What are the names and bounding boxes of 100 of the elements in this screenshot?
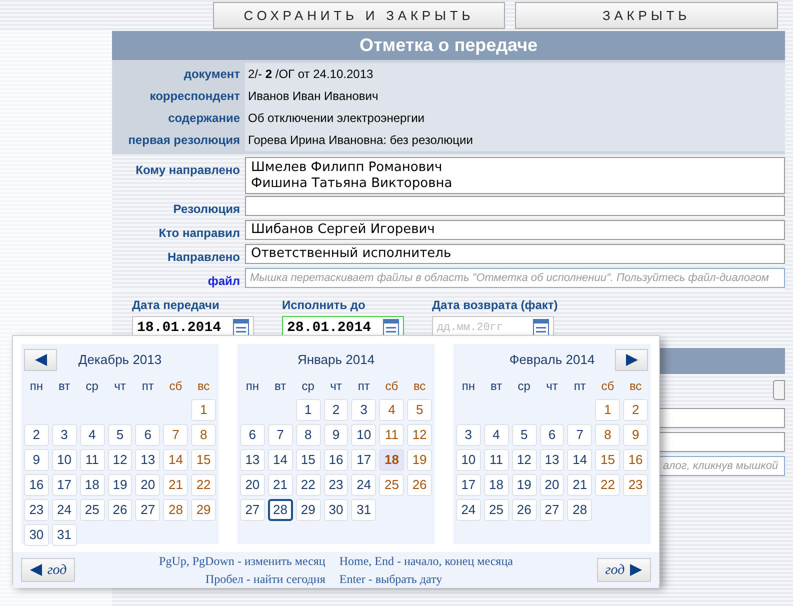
day-cell[interactable]: 28 [567, 499, 592, 521]
day-cell[interactable]: 19 [407, 449, 432, 471]
day-cell[interactable]: 3 [52, 424, 77, 446]
day-cell[interactable]: 18 [379, 449, 404, 471]
day-cell[interactable]: 16 [623, 449, 648, 471]
day-cell[interactable]: 20 [540, 474, 564, 496]
prev-month-button[interactable] [24, 349, 57, 371]
calendar-icon[interactable] [233, 319, 249, 337]
day-cell[interactable]: 30 [24, 524, 49, 546]
day-cell[interactable]: 5 [407, 399, 432, 421]
day-cell[interactable]: 6 [135, 424, 160, 446]
day-cell[interactable]: 19 [108, 474, 132, 496]
day-cell[interactable]: 11 [484, 449, 509, 471]
day-cell[interactable]: 3 [456, 424, 481, 446]
day-cell[interactable]: 10 [52, 449, 77, 471]
day-cell[interactable]: 17 [351, 449, 376, 471]
prev-year-button[interactable]: год [21, 558, 75, 582]
day-cell[interactable]: 24 [52, 499, 77, 521]
day-cell[interactable]: 13 [540, 449, 564, 471]
day-cell[interactable]: 2 [24, 424, 49, 446]
day-cell[interactable]: 14 [268, 449, 293, 471]
day-cell[interactable]: 1 [595, 399, 620, 421]
day-cell[interactable]: 25 [80, 499, 105, 521]
day-cell[interactable]: 5 [512, 424, 537, 446]
textarea-field[interactable]: Шмелев Филипп Романович Фишина Татьяна Викторовна [245, 157, 785, 194]
day-cell[interactable]: 4 [379, 399, 404, 421]
day-cell[interactable]: 14 [567, 449, 592, 471]
input-field[interactable]: Шибанов Сергей Игоревич [245, 220, 785, 240]
day-cell[interactable]: 21 [268, 474, 293, 496]
day-cell[interactable]: 10 [456, 449, 481, 471]
day-cell[interactable]: 4 [80, 424, 105, 446]
day-cell[interactable]: 18 [80, 474, 105, 496]
day-cell[interactable]: 23 [623, 474, 648, 496]
day-cell[interactable]: 28 [163, 499, 188, 521]
day-cell[interactable]: 9 [324, 424, 348, 446]
day-cell[interactable]: 17 [52, 474, 77, 496]
day-cell[interactable]: 10 [351, 424, 376, 446]
day-cell[interactable]: 8 [191, 424, 216, 446]
day-cell[interactable]: 8 [296, 424, 321, 446]
day-cell[interactable]: 29 [191, 499, 216, 521]
day-cell[interactable]: 8 [595, 424, 620, 446]
day-cell[interactable]: 6 [540, 424, 564, 446]
day-cell[interactable]: 31 [52, 524, 77, 546]
day-cell[interactable]: 25 [484, 499, 509, 521]
input-field[interactable]: Ответственный исполнитель [245, 244, 785, 264]
day-cell[interactable]: 11 [80, 449, 105, 471]
day-cell[interactable]: 27 [540, 499, 564, 521]
day-cell[interactable]: 3 [351, 399, 376, 421]
calendar-icon[interactable] [533, 319, 549, 337]
next-month-button[interactable] [615, 349, 648, 371]
day-cell[interactable]: 26 [512, 499, 537, 521]
day-cell[interactable]: 13 [135, 449, 160, 471]
day-cell[interactable]: 24 [351, 474, 376, 496]
day-cell[interactable]: 11 [379, 424, 404, 446]
day-cell[interactable]: 1 [296, 399, 321, 421]
day-cell[interactable]: 7 [163, 424, 188, 446]
day-cell[interactable]: 22 [191, 474, 216, 496]
day-cell[interactable]: 4 [484, 424, 509, 446]
day-cell[interactable]: 2 [623, 399, 648, 421]
day-cell[interactable]: 21 [567, 474, 592, 496]
calendar-icon[interactable] [383, 319, 399, 337]
next-year-button[interactable]: год [596, 558, 651, 582]
day-cell[interactable]: 19 [512, 474, 537, 496]
day-cell[interactable]: 25 [379, 474, 404, 496]
day-cell[interactable]: 26 [407, 474, 432, 496]
day-cell[interactable]: 6 [240, 424, 265, 446]
day-cell[interactable]: 17 [456, 474, 481, 496]
day-cell[interactable]: 15 [191, 449, 216, 471]
day-cell[interactable]: 15 [296, 449, 321, 471]
day-cell[interactable]: 30 [324, 499, 348, 521]
day-cell[interactable]: 7 [268, 424, 293, 446]
day-cell[interactable]: 9 [623, 424, 648, 446]
section-button[interactable] [773, 380, 785, 400]
day-cell[interactable]: 16 [324, 449, 348, 471]
day-cell[interactable]: 21 [163, 474, 188, 496]
day-cell[interactable]: 27 [135, 499, 160, 521]
day-cell[interactable]: 31 [351, 499, 376, 521]
day-cell[interactable]: 9 [24, 449, 49, 471]
day-cell[interactable]: 28 [268, 499, 293, 521]
day-cell[interactable]: 20 [240, 474, 265, 496]
day-cell[interactable]: 22 [595, 474, 620, 496]
toolbar-button[interactable]: ЗАКРЫТЬ [515, 2, 778, 29]
day-cell[interactable]: 1 [191, 399, 216, 421]
day-cell[interactable]: 22 [296, 474, 321, 496]
toolbar-button[interactable]: СОХРАНИТЬ И ЗАКРЫТЬ [213, 2, 505, 29]
day-cell[interactable]: 15 [595, 449, 620, 471]
day-cell[interactable]: 29 [296, 499, 321, 521]
day-cell[interactable]: 26 [108, 499, 132, 521]
day-cell[interactable]: 20 [135, 474, 160, 496]
day-cell[interactable]: 24 [456, 499, 481, 521]
day-cell[interactable]: 12 [512, 449, 537, 471]
day-cell[interactable]: 12 [407, 424, 432, 446]
day-cell[interactable]: 13 [240, 449, 265, 471]
day-cell[interactable]: 7 [567, 424, 592, 446]
day-cell[interactable]: 23 [24, 499, 49, 521]
day-cell[interactable]: 12 [108, 449, 132, 471]
day-cell[interactable]: 23 [324, 474, 348, 496]
day-cell[interactable]: 2 [324, 399, 348, 421]
input-field[interactable] [245, 196, 785, 216]
day-cell[interactable]: 27 [240, 499, 265, 521]
